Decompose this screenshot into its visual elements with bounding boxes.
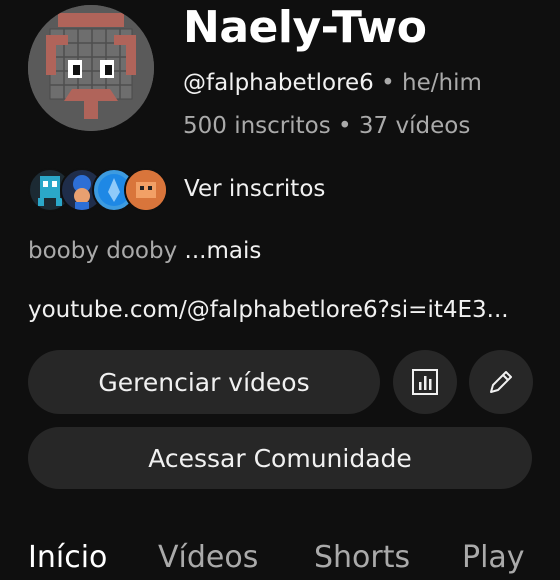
- subscriber-avatar: [124, 168, 168, 212]
- channel-stats: 500 inscritos • 37 vídeos: [183, 113, 471, 139]
- channel-handle: @falphabetlore6: [183, 70, 374, 96]
- community-label: Acessar Comunidade: [148, 443, 412, 473]
- handle-line: @falphabetlore6 • he/him: [183, 70, 482, 96]
- description-more-link[interactable]: ...mais: [185, 238, 262, 264]
- channel-avatar[interactable]: [28, 5, 154, 131]
- edit-channel-button[interactable]: [469, 350, 533, 414]
- community-button[interactable]: Acessar Comunidade: [28, 427, 532, 489]
- channel-name: Naely-Two: [183, 2, 427, 53]
- manage-videos-button[interactable]: Gerenciar vídeos: [28, 350, 380, 414]
- subscriber-avatars[interactable]: [28, 168, 168, 212]
- tab-videos[interactable]: Vídeos: [158, 540, 258, 575]
- bar-chart-icon: [412, 369, 438, 395]
- manage-videos-label: Gerenciar vídeos: [98, 367, 310, 397]
- description-text: booby dooby: [28, 238, 178, 264]
- channel-description[interactable]: booby dooby ...mais: [28, 238, 261, 264]
- view-subscribers-link[interactable]: Ver inscritos: [184, 176, 325, 202]
- avatar-image: [28, 5, 154, 131]
- tab-shorts[interactable]: Shorts: [314, 540, 410, 575]
- channel-link[interactable]: youtube.com/@falphabetlore6?si=it4E3...: [28, 297, 509, 323]
- analytics-button[interactable]: [393, 350, 457, 414]
- tab-inicio[interactable]: Início: [28, 540, 107, 575]
- pencil-icon: [490, 371, 512, 393]
- tab-play[interactable]: Play: [462, 540, 525, 575]
- pronouns: • he/him: [381, 70, 482, 96]
